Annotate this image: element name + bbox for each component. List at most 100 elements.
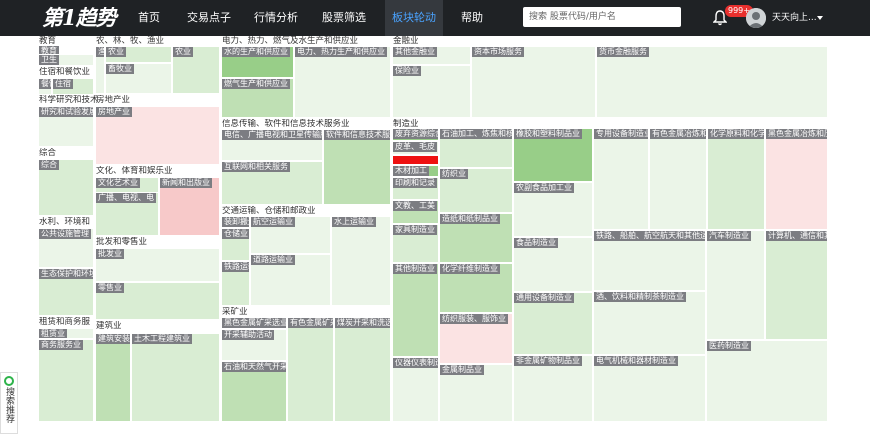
sector-finance[interactable]: 金融业 其他金融业 保险业 资本市场服务 货币金融服务: [392, 36, 828, 118]
sector-agriculture[interactable]: 农、林、牧、渔业 渔业 农业 畜牧业 农业: [95, 36, 220, 94]
cell-paper[interactable]: 造纸和纸制品业: [439, 213, 513, 263]
nav-sector-rotation[interactable]: 板块轮动: [385, 0, 443, 36]
sector-transport[interactable]: 交通运输、仓储和邮政业 装卸搬运 航空运输业 水上运输业 仓储业 道路运输业 铁…: [221, 206, 391, 306]
user-name[interactable]: 天天向上...: [772, 0, 817, 36]
cell-waste-recycling[interactable]: 废弃资源综合利用: [392, 128, 439, 141]
search-recommend-widget[interactable]: 搜索推荐: [0, 372, 18, 434]
sector-water-environment[interactable]: 水利、环境和 公共设施管理 生态保护和环境: [38, 217, 94, 316]
cell-water-supply[interactable]: 水的生产和供应业: [221, 46, 294, 78]
app-logo[interactable]: 第1趋势: [42, 5, 117, 31]
sector-it-services[interactable]: 信息传输、软件和信息技术服务业 电信、广播电视和卫星传输服务 软件和信息技术服务…: [221, 119, 391, 205]
nav-market-analysis[interactable]: 行情分析: [250, 0, 302, 36]
cell-handling[interactable]: 装卸搬运: [221, 216, 250, 228]
cell-farming[interactable]: 农业: [172, 46, 220, 94]
cell-rail-transport[interactable]: 铁路运输业: [221, 261, 250, 306]
cell-water-transport[interactable]: 水上运输业: [331, 216, 391, 306]
cell-comprehensive[interactable]: 综合: [38, 159, 94, 216]
cell-capital-market[interactable]: 资本市场服务: [471, 46, 596, 118]
cell-petroleum[interactable]: 石油加工、炼焦和核燃料: [439, 128, 513, 168]
cell-metal-products[interactable]: 金属制品业: [439, 364, 513, 422]
sector-science-research[interactable]: 科学研究和技术 研究和试验发展: [38, 95, 99, 147]
cell-printing[interactable]: 印刷和记录: [392, 177, 439, 200]
cell-auto-manufacturing[interactable]: 汽车制造业: [706, 230, 765, 340]
cell-news-publishing[interactable]: 新闻和出版业: [159, 177, 220, 236]
cell-mining-support[interactable]: 开采辅助活动: [221, 329, 287, 361]
cell-nonmetal-minerals[interactable]: 非金属矿物制品业: [513, 355, 593, 422]
cell-agri-food[interactable]: 农副食品加工业: [513, 182, 593, 237]
avatar[interactable]: [746, 8, 766, 28]
cell-rubber-plastics[interactable]: 橡胶和塑料制品业: [513, 128, 593, 182]
cell-building-install[interactable]: 建筑安装: [95, 333, 131, 422]
cell-stationery[interactable]: 文教、工美: [392, 200, 439, 224]
cell-chemical-materials[interactable]: 化学原料和化学制品: [707, 128, 765, 230]
cell-ferrous-mining[interactable]: 黑色金属矿采选业: [221, 317, 287, 329]
cell-furniture[interactable]: 家具制造业: [392, 224, 439, 263]
cell-transport-equipment[interactable]: 铁路、船舶、航空航天和其他运输: [593, 230, 706, 291]
cell-husbandry[interactable]: 畜牧业: [105, 63, 172, 94]
cell-pharmaceutical[interactable]: 医药制造业: [706, 340, 828, 422]
cell-broadcast[interactable]: 广播、电视、电: [95, 192, 159, 236]
cell-computer-electronics[interactable]: 计算机、通信和其他电子设备: [765, 230, 828, 340]
cell-civil-engineering[interactable]: 土木工程建筑业: [131, 333, 220, 422]
cell-forestry[interactable]: 农业: [105, 46, 172, 63]
cell-instruments[interactable]: 仪器仪表制造业: [392, 357, 439, 422]
cell-other-manufacturing[interactable]: 其他制造业: [392, 263, 439, 357]
cell-nonferrous-mining[interactable]: 有色金属矿采选业: [287, 317, 334, 422]
cell-air-transport[interactable]: 航空运输业: [250, 216, 331, 254]
cell-software[interactable]: 软件和信息技术服务业: [323, 129, 391, 205]
nav-help[interactable]: 帮助: [455, 0, 489, 36]
cell-apparel[interactable]: 纺织服装、服饰业: [439, 313, 513, 364]
cell-telecom[interactable]: 电信、广播电视和卫星传输服务: [221, 129, 323, 161]
cell-lodging[interactable]: 住宿: [52, 78, 94, 95]
sector-leasing-business[interactable]: 租赁和商务服 租赁业 商务服务业: [38, 317, 94, 422]
sector-construction[interactable]: 建筑业 建筑安装 土木工程建筑业: [95, 321, 220, 422]
cell-ferrous-smelting[interactable]: 黑色金属冶炼和压延: [765, 128, 828, 230]
cell-leasing[interactable]: 租赁业: [38, 328, 94, 339]
cell-road-transport[interactable]: 道路运输业: [250, 254, 331, 306]
cell-gas-supply[interactable]: 燃气生产和供应业: [221, 78, 294, 118]
cell-power-supply[interactable]: 电力、热力生产和供应业: [294, 46, 391, 118]
cell-internet[interactable]: 互联网和相关服务: [221, 161, 323, 205]
chevron-down-icon[interactable]: [817, 16, 823, 20]
cell-monetary-finance[interactable]: 货币金融服务: [596, 46, 828, 118]
sector-culture-sports[interactable]: 文化、体育和娱乐业 文化艺术业 新闻和出版业 广播、电视、电: [95, 166, 220, 236]
cell-textile[interactable]: 纺织业: [439, 168, 513, 213]
cell-warehousing[interactable]: 仓储业: [221, 228, 250, 261]
cell-health[interactable]: 卫生: [38, 54, 94, 66]
cell-special-equipment[interactable]: 专用设备制造业: [593, 128, 649, 230]
cell-wood[interactable]: 木材加工: [392, 165, 439, 177]
sector-mining[interactable]: 采矿业 黑色金属矿采选业 开采辅助活动 有色金属矿采选业 煤炭开采和洗选业 石油…: [221, 307, 391, 422]
cell-oil-gas[interactable]: 石油和天然气开采业: [221, 361, 287, 422]
cell-leather[interactable]: 皮革、毛皮: [392, 141, 439, 155]
cell-electrical-machinery[interactable]: 电气机械和器材制造业: [593, 355, 706, 422]
nav-trade-ideas[interactable]: 交易点子: [183, 0, 235, 36]
cell-other-finance[interactable]: 其他金融业: [392, 46, 471, 65]
cell-catering[interactable]: 餐饮: [38, 78, 52, 95]
sector-real-estate[interactable]: 房地产业 房地产业: [95, 95, 220, 165]
cell-research[interactable]: 研究和试验发展: [38, 106, 94, 147]
cell-insurance[interactable]: 保险业: [392, 65, 471, 118]
cell-business-services[interactable]: 商务服务业: [38, 339, 94, 422]
cell-real-estate[interactable]: 房地产业: [95, 106, 220, 165]
sector-lodging-catering[interactable]: 住宿和餐饮业 餐饮 住宿: [38, 67, 94, 95]
cell-food-manufacturing[interactable]: 食品制造业: [513, 237, 593, 292]
sector-comprehensive[interactable]: 综合 综合: [38, 148, 94, 216]
cell-retail[interactable]: 零售业: [95, 282, 220, 320]
search-input[interactable]: [523, 7, 681, 27]
sector-education[interactable]: 教育 教育 卫生: [38, 36, 94, 66]
nav-home[interactable]: 首页: [130, 0, 168, 36]
cell-nonferrous-smelting[interactable]: 有色金属冶炼和压延: [649, 128, 707, 230]
cell-beverage[interactable]: 酒、饮料和精制茶制造业: [593, 291, 706, 355]
cell-red-gain[interactable]: [392, 155, 439, 165]
cell-chemical-fiber[interactable]: 化学纤维制造业: [439, 263, 513, 313]
cell-fishery[interactable]: 渔业: [95, 46, 105, 94]
sector-manufacturing[interactable]: 制造业 废弃资源综合利用 皮革、毛皮 木材加工 印刷和记录 文教、工美 家具制造…: [392, 119, 828, 422]
cell-public-facilities[interactable]: 公共设施管理: [38, 228, 94, 268]
sector-wholesale-retail[interactable]: 批发和零售业 批发业 零售业: [95, 237, 220, 320]
cell-wholesale[interactable]: 批发业: [95, 248, 220, 282]
cell-coal-mining[interactable]: 煤炭开采和洗选业: [334, 317, 391, 422]
sector-utilities[interactable]: 电力、热力、燃气及水生产和供应业 水的生产和供应业 电力、热力生产和供应业 燃气…: [221, 36, 391, 118]
cell-ecology[interactable]: 生态保护和环境: [38, 268, 94, 316]
nav-stock-screener[interactable]: 股票筛选: [318, 0, 370, 36]
cell-general-equipment[interactable]: 通用设备制造业: [513, 292, 593, 355]
